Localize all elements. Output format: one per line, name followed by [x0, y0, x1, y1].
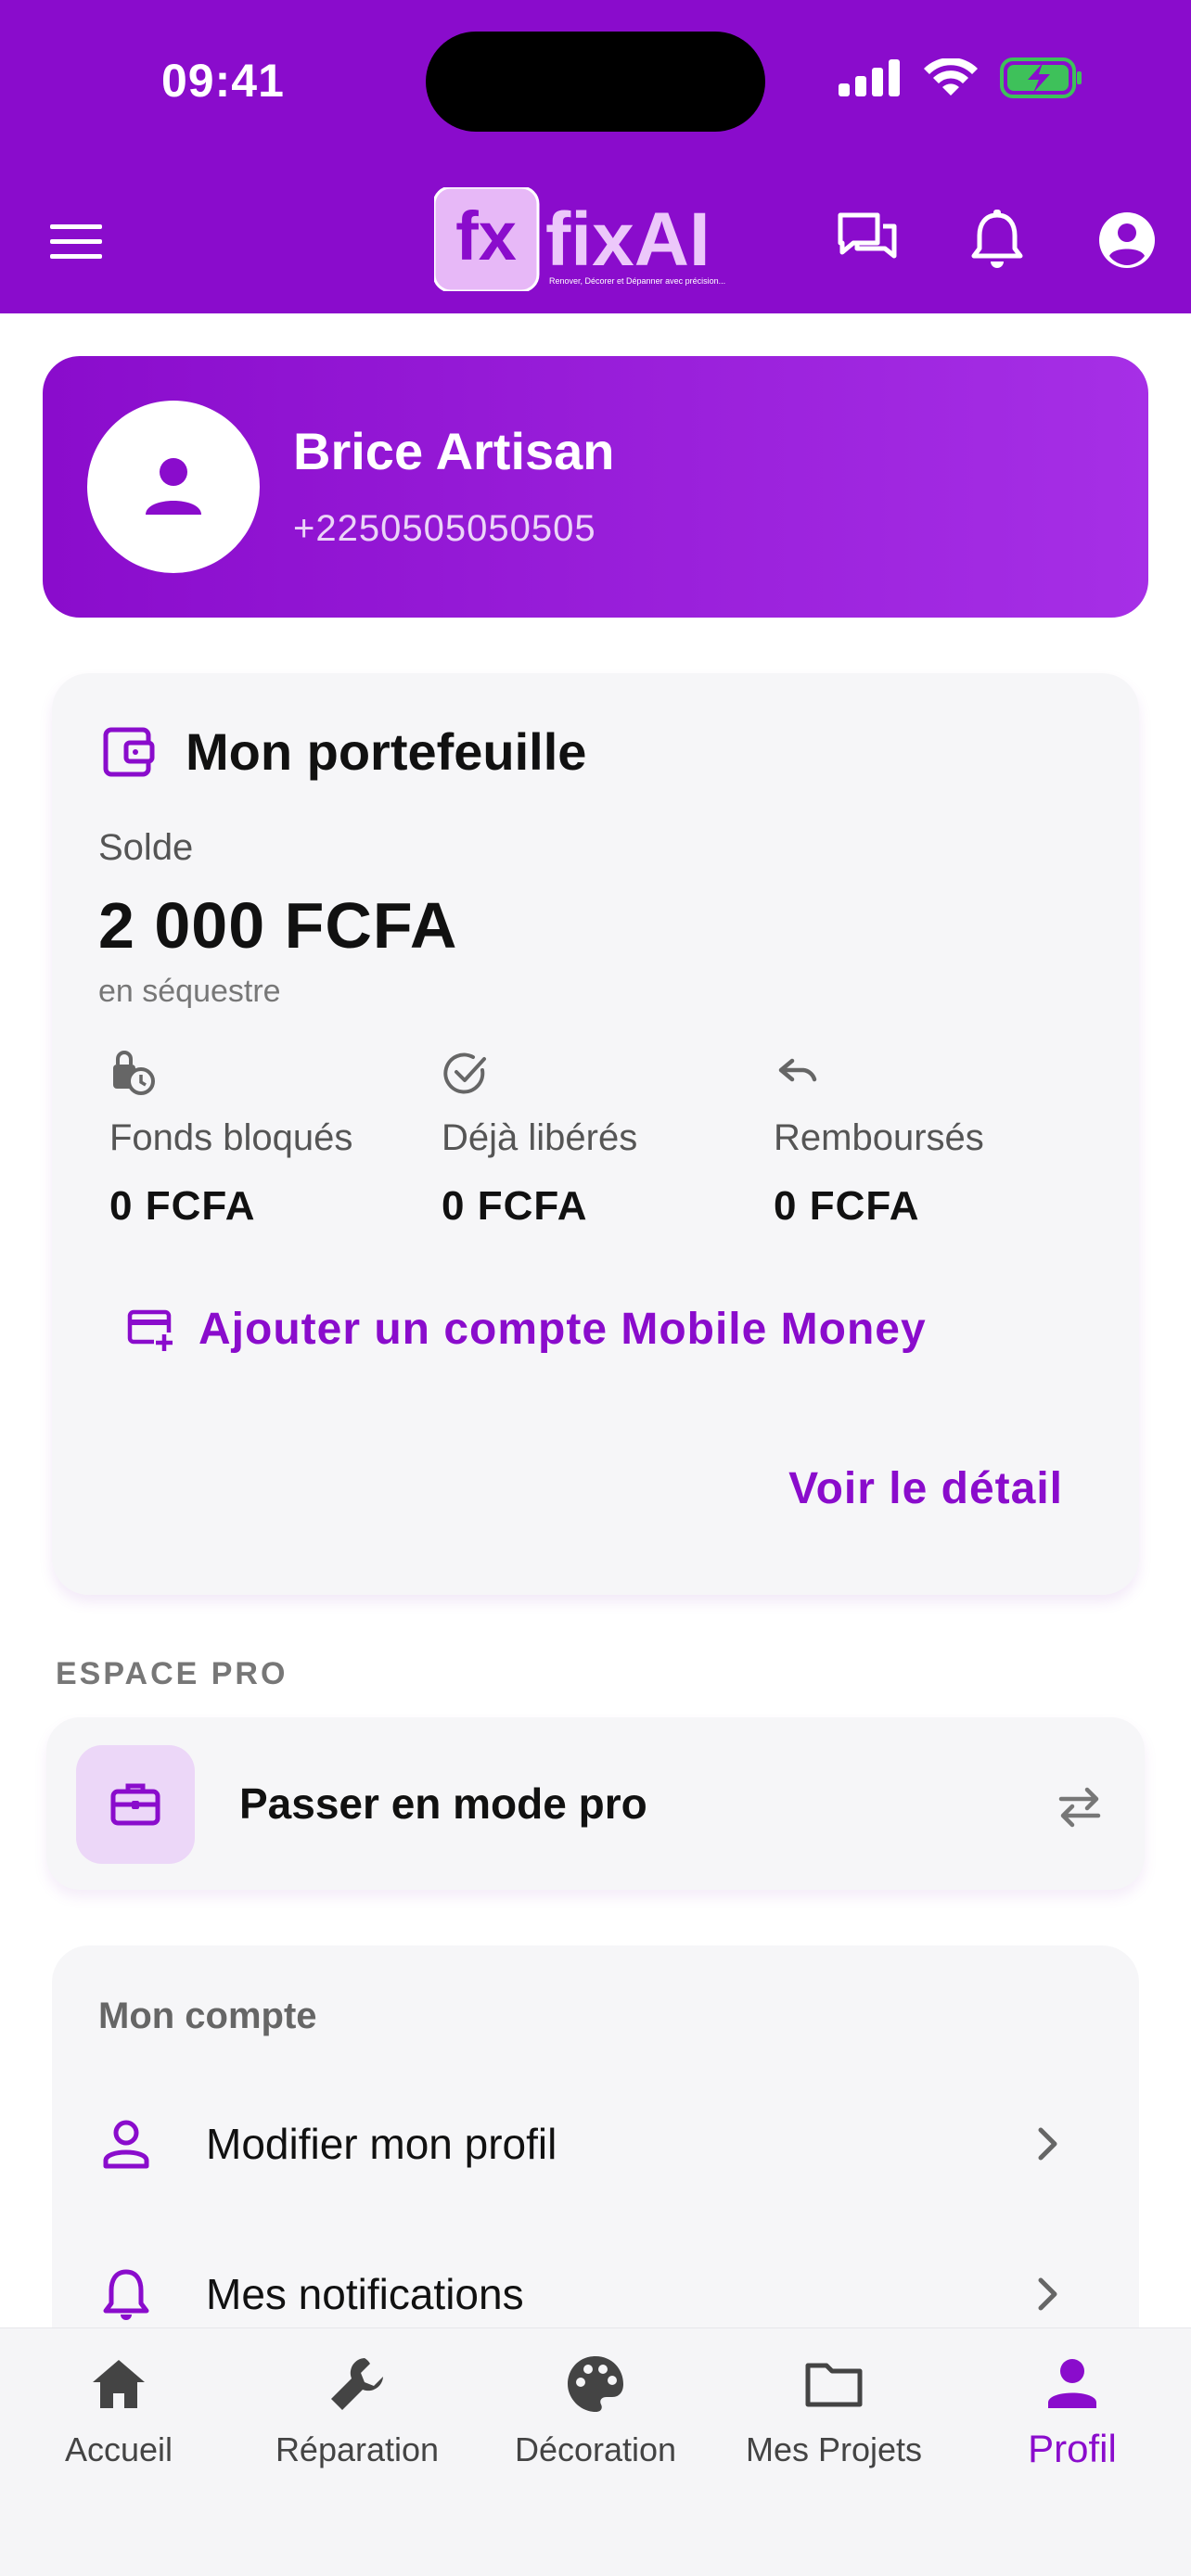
person-icon	[103, 2120, 149, 2169]
nav-label: Accueil	[64, 2430, 173, 2468]
logo-tagline: Renover, Décorer et Dépanner avec précis…	[549, 276, 725, 286]
wallet-title-row: Mon portefeuille	[102, 721, 586, 782]
balance-label: Solde	[98, 827, 194, 868]
dynamic-island	[426, 32, 765, 132]
add-mobile-money-label: Ajouter un compte Mobile Money	[198, 1305, 927, 1354]
wrench-icon	[331, 2358, 383, 2410]
add-mobile-money-button[interactable]: Ajouter un compte Mobile Money	[126, 1304, 927, 1355]
stat-label: Fonds bloqués	[109, 1117, 353, 1158]
palette-icon	[568, 2356, 623, 2412]
wallet-card: Mon portefeuille Solde 2 000 FCFA en séq…	[52, 673, 1139, 1595]
nav-label: Mes Projets	[745, 2430, 923, 2468]
nav-item-profil[interactable]: Profil	[954, 2351, 1191, 2471]
nav-item-mes-projets[interactable]: Mes Projets	[715, 2351, 953, 2469]
bell-icon[interactable]	[965, 208, 1030, 273]
check-circle-icon	[443, 1052, 486, 1094]
account-section-title: Mon compte	[98, 1996, 317, 2036]
switch-pro-mode-button[interactable]: Passer en mode pro	[46, 1717, 1145, 1890]
edit-profile-item[interactable]: Modifier mon profil	[98, 2098, 1109, 2190]
stat-value: 0 FCFA	[109, 1183, 256, 1229]
view-detail-link[interactable]: Voir le détail	[788, 1463, 1063, 1514]
switch-pro-mode-label: Passer en mode pro	[239, 1779, 647, 1828]
stat-refunded-funds: Remboursés 0 FCFA	[774, 1050, 1089, 1230]
logo-mark: fx	[455, 198, 517, 274]
balance-subtext: en séquestre	[98, 974, 281, 1009]
account-icon[interactable]	[1095, 208, 1159, 273]
person-icon	[1048, 2359, 1096, 2408]
wallet-icon	[103, 727, 155, 776]
nav-item-decoration[interactable]: Décoration	[477, 2351, 714, 2469]
wifi-icon	[924, 58, 978, 96]
chevron-right-icon	[1038, 2277, 1057, 2311]
folder-icon	[805, 2363, 863, 2407]
stat-released-funds: Déjà libérés 0 FCFA	[442, 1050, 757, 1230]
status-icons	[839, 57, 1083, 98]
signal-icon	[839, 59, 900, 96]
edit-profile-label: Modifier mon profil	[206, 2120, 557, 2168]
logo-text: fixAI	[545, 198, 711, 282]
stat-value: 0 FCFA	[774, 1183, 920, 1229]
balance-value: 2 000 FCFA	[98, 889, 458, 962]
person-icon	[146, 458, 201, 515]
avatar	[87, 401, 260, 573]
stat-label: Remboursés	[774, 1117, 984, 1158]
status-time: 09:41	[161, 55, 285, 107]
nav-item-accueil[interactable]: Accueil	[0, 2351, 237, 2469]
battery-icon	[1000, 57, 1082, 98]
profile-phone: +2250505050505	[293, 508, 596, 549]
undo-icon	[778, 1058, 817, 1082]
stat-value: 0 FCFA	[442, 1183, 588, 1229]
menu-icon[interactable]	[48, 213, 104, 269]
wallet-title: Mon portefeuille	[186, 722, 587, 781]
app-bar: fx fixAI Renover, Décorer et Dépanner av…	[0, 176, 1191, 306]
bottom-navigation: Accueil Réparation Décoration Mes Projet…	[0, 2327, 1191, 2576]
chevron-right-icon	[1038, 2127, 1057, 2161]
app-logo: fx fixAI Renover, Décorer et Dépanner av…	[432, 185, 744, 293]
stat-label: Déjà libérés	[442, 1117, 638, 1158]
briefcase-icon	[110, 1783, 160, 1826]
profile-name: Brice Artisan	[293, 422, 615, 480]
nav-item-reparation[interactable]: Réparation	[238, 2351, 476, 2469]
add-card-icon	[127, 1309, 174, 1353]
notifications-item[interactable]: Mes notifications	[98, 2248, 1109, 2340]
stat-blocked-funds: Fonds bloqués 0 FCFA	[109, 1050, 425, 1230]
nav-label: Profil	[1028, 2427, 1117, 2470]
notifications-label: Mes notifications	[206, 2270, 524, 2318]
chat-icon[interactable]	[835, 208, 900, 273]
section-label-pro: ESPACE PRO	[56, 1656, 288, 1691]
nav-label: Décoration	[514, 2430, 677, 2468]
profile-card[interactable]: Brice Artisan +2250505050505	[43, 356, 1148, 618]
top-header: 09:41 fx fixAI Renover, Décorer et Dépan…	[0, 0, 1191, 313]
nav-label: Réparation	[275, 2430, 440, 2468]
locked-clock-icon	[113, 1051, 155, 1095]
home-icon	[93, 2360, 145, 2408]
bell-icon	[103, 2269, 149, 2320]
pro-icon-box	[76, 1745, 195, 1864]
swap-icon	[1058, 1787, 1101, 1828]
